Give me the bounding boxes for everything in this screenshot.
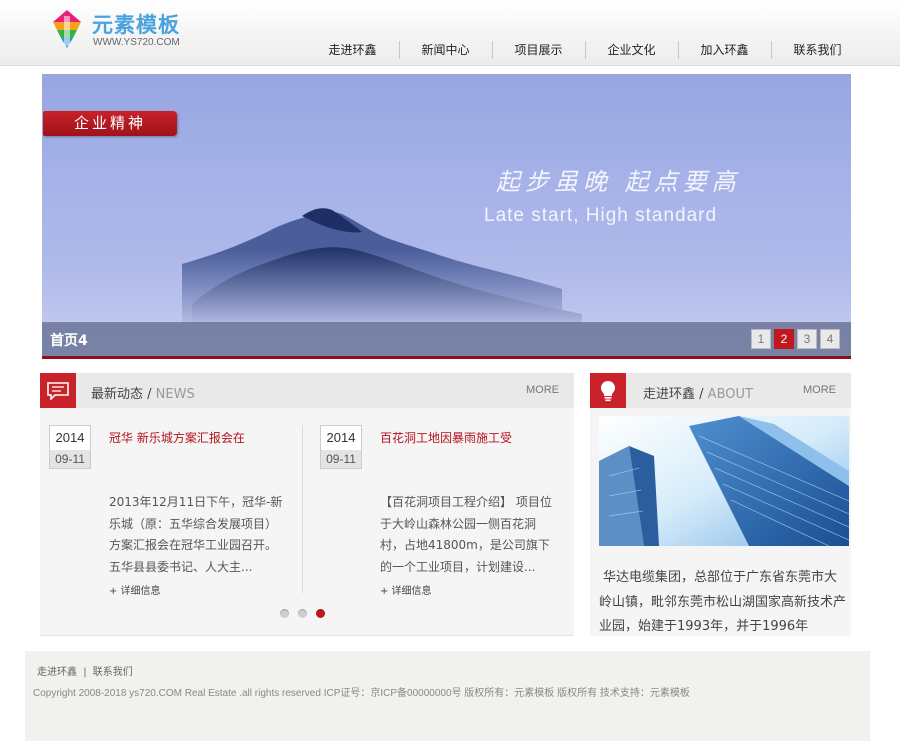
lightbulb-icon [590, 373, 626, 408]
banner-pager: 1 2 3 4 [751, 329, 840, 349]
pager-button-2[interactable]: 2 [774, 329, 794, 349]
nav-item-culture[interactable]: 企业文化 [585, 37, 678, 63]
copyright-text: Copyright 2008-2018 ys720.COM Real Estat… [33, 688, 690, 699]
site-footer: 走进环鑫 | 联系我们 Copyright 2008-2018 ys720.CO… [25, 651, 870, 741]
pager-button-3[interactable]: 3 [797, 329, 817, 349]
office-building-image [599, 416, 849, 546]
news-summary: 【百花洞项目工程介绍】 项目位于大岭山森林公园一侧百花洞村，占地41800m，是… [380, 495, 552, 574]
news-panel-header: 最新动态 / NEWS MORE [40, 373, 574, 408]
footer-link-contact[interactable]: 联系我们 [93, 667, 133, 678]
site-logo[interactable]: 元素模板 WWW.YS720.COM [48, 8, 198, 52]
news-detail-link[interactable]: + 详细信息 [109, 582, 161, 597]
about-description: 华达电缆集团，总部位于广东省东莞市大岭山镇，毗邻东莞市松山湖国家高新技术产业园，… [599, 570, 847, 634]
news-item: 2014 09-11 冠华 新乐城方案汇报会在 2013年12月11日下午，冠华… [49, 425, 282, 597]
news-panel: 最新动态 / NEWS MORE 2014 09-11 冠华 新乐城方案汇报会在… [40, 373, 574, 636]
news-title-en: NEWS [155, 387, 195, 402]
slogan-english: Late start, High standard [484, 205, 718, 226]
banner-bottom-line [42, 356, 851, 359]
news-divider [302, 425, 303, 593]
news-detail-link[interactable]: + 详细信息 [380, 582, 432, 597]
footer-separator: | [83, 667, 87, 678]
about-title-cn: 走进环鑫 [643, 387, 696, 402]
carousel-dot-3[interactable] [316, 609, 325, 618]
date-badge: 2014 09-11 [49, 425, 91, 469]
date-badge: 2014 09-11 [320, 425, 362, 469]
nav-item-news[interactable]: 新闻中心 [399, 37, 492, 63]
pager-button-1[interactable]: 1 [751, 329, 771, 349]
slogan-chinese: 起步虽晚 起点要高 [496, 168, 741, 196]
banner-caption-bar: 首页4 1 2 3 4 [42, 322, 851, 356]
news-carousel-dots [280, 609, 325, 618]
hero-banner[interactable]: 企业精神 起步虽晚 起点要高 Late start, High standard… [42, 74, 851, 359]
about-panel: 走进环鑫 / ABOUT MORE 华达电缆集团，总部位于广东省东莞市大岭山镇，… [590, 373, 851, 636]
banner-caption: 首页4 [50, 333, 88, 349]
message-icon [40, 373, 76, 408]
news-title-cn: 最新动态 [91, 387, 144, 402]
nav-item-contact[interactable]: 联系我们 [771, 37, 864, 63]
news-more-link[interactable]: MORE [526, 384, 559, 396]
spirit-tag: 企业精神 [43, 111, 177, 136]
date-month-day: 09-11 [50, 450, 90, 468]
about-title-en: ABOUT [707, 387, 753, 402]
news-title-link[interactable]: 冠华 新乐城方案汇报会在 [109, 429, 245, 446]
logo-mark-icon [53, 10, 81, 48]
carousel-dot-2[interactable] [298, 609, 307, 618]
pager-button-4[interactable]: 4 [820, 329, 840, 349]
logo-url: WWW.YS720.COM [93, 37, 180, 48]
about-more-link[interactable]: MORE [803, 384, 836, 396]
logo-title: 元素模板 [92, 13, 180, 37]
main-nav: 走进环鑫 新闻中心 项目展示 企业文化 加入环鑫 联系我们 [306, 37, 864, 63]
date-year: 2014 [326, 430, 356, 445]
date-year: 2014 [55, 430, 85, 445]
about-panel-header: 走进环鑫 / ABOUT MORE [590, 373, 851, 408]
news-panel-title: 最新动态 / NEWS [91, 387, 195, 402]
news-summary: 2013年12月11日下午，冠华-新乐城（原：五华综合发展项目）方案汇报会在冠华… [109, 495, 283, 574]
date-month-day: 09-11 [321, 450, 361, 468]
nav-item-join[interactable]: 加入环鑫 [678, 37, 771, 63]
site-header: 元素模板 WWW.YS720.COM 走进环鑫 新闻中心 项目展示 企业文化 加… [0, 0, 900, 66]
footer-links: 走进环鑫 | 联系我们 [37, 663, 133, 678]
about-panel-title: 走进环鑫 / ABOUT [643, 387, 753, 402]
nav-item-projects[interactable]: 项目展示 [492, 37, 585, 63]
carousel-dot-1[interactable] [280, 609, 289, 618]
nav-item-about[interactable]: 走进环鑫 [306, 37, 399, 63]
news-title-link[interactable]: 百花洞工地因暴雨施工受 [380, 429, 512, 446]
footer-link-about[interactable]: 走进环鑫 [37, 667, 77, 678]
news-item: 2014 09-11 百花洞工地因暴雨施工受 【百花洞项目工程介绍】 项目位于大… [320, 425, 552, 597]
